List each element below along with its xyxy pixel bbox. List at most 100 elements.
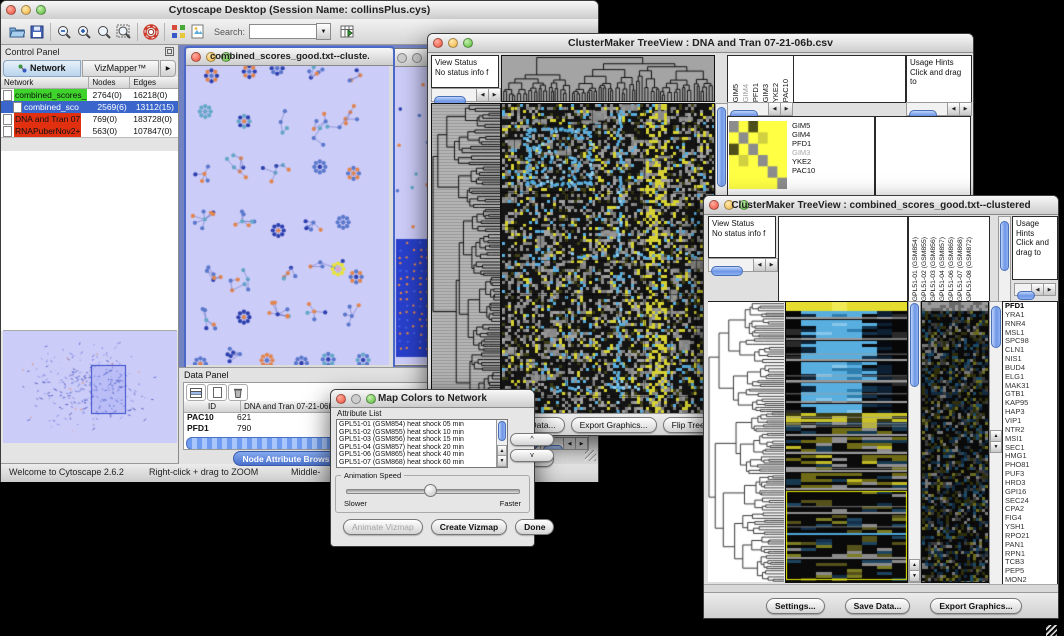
close-button[interactable] bbox=[6, 5, 16, 15]
table-mode-icon[interactable] bbox=[186, 384, 206, 401]
scroll-right-icon[interactable]: ▶ bbox=[765, 259, 777, 271]
network-list-row[interactable]: RNAPuberNov2+ 563(0) 107847(0) bbox=[1, 125, 178, 137]
view-status-scrollbar[interactable]: ◀ ▶ bbox=[708, 258, 778, 272]
import-table-icon[interactable] bbox=[337, 22, 357, 42]
scroll-right-icon[interactable]: ▶ bbox=[1043, 284, 1055, 295]
scroll-down-icon[interactable]: ▼ bbox=[909, 570, 920, 582]
col-header-network[interactable]: Network bbox=[1, 77, 89, 89]
zoom-selected-icon[interactable] bbox=[94, 22, 114, 42]
column-label[interactable]: GPL51-06 (GSM865) bbox=[947, 237, 956, 301]
column-label[interactable]: GPL51-02 (GSM855) bbox=[920, 237, 929, 301]
col-header-edges[interactable]: Edges bbox=[130, 77, 178, 89]
close-button[interactable] bbox=[433, 38, 443, 48]
attribute-list-item[interactable]: GPL51-02 (GSM855) heat shock 10 min bbox=[337, 429, 496, 437]
treeview-action-button[interactable]: Save Data... bbox=[845, 598, 911, 614]
vizmapper-icon[interactable] bbox=[168, 22, 188, 42]
close-button[interactable] bbox=[336, 394, 346, 404]
float-panel-icon[interactable] bbox=[165, 43, 174, 61]
column-dendrogram[interactable] bbox=[501, 55, 715, 102]
column-dendrogram-panel[interactable] bbox=[778, 216, 908, 302]
tab-vizmapper[interactable]: VizMapper™ bbox=[82, 60, 160, 77]
secondary-heatmap[interactable] bbox=[921, 301, 989, 583]
move-up-button[interactable]: ^ bbox=[510, 433, 554, 446]
scrollbar-thumb[interactable] bbox=[711, 266, 743, 276]
delete-attribute-icon[interactable] bbox=[228, 384, 248, 401]
attribute-list-item[interactable]: GPL51-06 (GSM865) heat shock 40 min bbox=[337, 451, 496, 459]
network-list-row[interactable]: combined_scores_ 2764(0) 16218(0) bbox=[1, 89, 178, 101]
scroll-right-icon[interactable]: ▶ bbox=[575, 438, 587, 450]
column-label[interactable]: GPL51-04 (GSM857) bbox=[938, 237, 947, 301]
attribute-list-item[interactable]: GPL51-03 (GSM856) heat shock 15 min bbox=[337, 436, 496, 444]
column-labels-scrollbar[interactable]: ◀ ▶ bbox=[727, 102, 793, 116]
column-label[interactable]: PAC10 bbox=[781, 79, 790, 102]
scroll-left-icon[interactable]: ◀ bbox=[768, 103, 780, 115]
treeview2-title-bar[interactable]: ClusterMaker TreeView : combined_scores_… bbox=[704, 196, 1058, 215]
done-button[interactable]: Done bbox=[515, 519, 554, 535]
zoom-fit-icon[interactable] bbox=[114, 22, 134, 42]
column-label[interactable]: GIM5 bbox=[731, 84, 740, 102]
column-label[interactable]: GIM4 bbox=[741, 84, 750, 102]
move-down-button[interactable]: v bbox=[510, 449, 554, 462]
scrollbar-thumb[interactable] bbox=[498, 421, 506, 441]
gene-list-scrollbar[interactable]: ▲ ▼ bbox=[989, 301, 1003, 586]
close-button[interactable] bbox=[709, 200, 719, 210]
search-dropdown-button[interactable]: ▼ bbox=[316, 23, 331, 40]
row-label[interactable]: YKE2 bbox=[792, 157, 815, 166]
close-button[interactable] bbox=[397, 53, 407, 63]
similarity-submatrix[interactable] bbox=[729, 121, 787, 189]
column-label[interactable]: YKE2 bbox=[771, 83, 780, 102]
scroll-right-icon[interactable]: ▶ bbox=[959, 103, 971, 115]
scrollbar-thumb[interactable] bbox=[1000, 221, 1009, 271]
column-label[interactable]: GIM3 bbox=[761, 84, 770, 102]
annotation-icon[interactable] bbox=[188, 22, 208, 42]
main-title-bar[interactable]: Cytoscape Desktop (Session Name: collins… bbox=[1, 1, 598, 20]
attribute-list-item[interactable]: GPL51-01 (GSM854) heat shock 05 min bbox=[337, 421, 496, 429]
animation-slider-thumb[interactable] bbox=[424, 484, 437, 497]
usage-hints-scrollbar[interactable]: ◀ ▶ bbox=[1014, 283, 1056, 296]
scroll-down-icon[interactable]: ▼ bbox=[497, 455, 507, 467]
row-label[interactable]: GIM4 bbox=[792, 130, 815, 139]
scroll-left-icon[interactable]: ◀ bbox=[476, 89, 488, 101]
scroll-left-icon[interactable]: ◀ bbox=[947, 103, 959, 115]
row-label[interactable]: PFD1 bbox=[792, 139, 815, 148]
scroll-right-icon[interactable]: ▶ bbox=[488, 89, 500, 101]
attribute-list-item[interactable]: GPL51-04 (GSM857) heat shock 20 min bbox=[337, 444, 496, 452]
tab-overflow-button[interactable]: ▶ bbox=[160, 60, 176, 77]
matrix-v-scrollbar[interactable]: ▲ ▼ bbox=[908, 301, 921, 583]
column-label[interactable]: GPL51-03 (GSM856) bbox=[929, 237, 938, 301]
animate-vizmap-button[interactable]: Animate Vizmap bbox=[343, 519, 423, 535]
create-vizmap-button[interactable]: Create Vizmap bbox=[431, 519, 507, 535]
col-header-nodes[interactable]: Nodes bbox=[89, 77, 130, 89]
column-label[interactable]: PFD1 bbox=[751, 83, 760, 102]
treeview-action-button[interactable]: Export Graphics... bbox=[571, 417, 657, 433]
resize-grip[interactable] bbox=[1046, 625, 1057, 636]
new-attribute-icon[interactable] bbox=[207, 384, 227, 401]
scroll-down-icon[interactable]: ▼ bbox=[990, 441, 1002, 453]
treeview-action-button[interactable]: Export Graphics... bbox=[930, 598, 1021, 614]
network-list-row[interactable]: combined_sco 2569(6) 13112(15) bbox=[1, 101, 178, 113]
network-list-row[interactable]: DNA and Tran 07 769(0) 183728(0) bbox=[1, 113, 178, 125]
zoom-out-icon[interactable] bbox=[54, 22, 74, 42]
scrollbar-thumb[interactable] bbox=[910, 303, 919, 387]
close-button[interactable] bbox=[191, 52, 201, 62]
column-label[interactable]: GPL51-07 (GSM868) bbox=[956, 237, 965, 301]
heatmap-matrix[interactable] bbox=[785, 301, 908, 583]
search-input[interactable] bbox=[249, 24, 316, 39]
scroll-left-icon[interactable]: ◀ bbox=[563, 438, 575, 450]
scroll-left-icon[interactable]: ◀ bbox=[753, 259, 765, 271]
view-status-scrollbar[interactable]: ◀ ▶ bbox=[431, 88, 501, 102]
scroll-right-icon[interactable]: ▶ bbox=[780, 103, 792, 115]
birds-eye-view[interactable] bbox=[3, 330, 177, 443]
column-labels-scrollbar[interactable] bbox=[998, 216, 1011, 302]
attribute-list-scrollbar[interactable]: ▲ ▼ bbox=[496, 420, 507, 467]
heatmap-matrix[interactable] bbox=[501, 103, 715, 415]
tab-network[interactable]: Network bbox=[3, 60, 81, 77]
resize-grip[interactable] bbox=[585, 450, 596, 461]
column-label[interactable]: GPL51-08 (GSM872) bbox=[965, 237, 974, 301]
minimize-button[interactable] bbox=[412, 53, 422, 63]
attribute-list[interactable]: GPL51-01 (GSM854) heat shock 05 minGPL51… bbox=[336, 419, 508, 468]
row-label[interactable]: GIM5 bbox=[792, 121, 815, 130]
scrollbar-thumb[interactable] bbox=[1017, 291, 1035, 300]
row-dendrogram[interactable] bbox=[708, 301, 784, 582]
scrollbar-thumb[interactable] bbox=[991, 306, 1001, 348]
